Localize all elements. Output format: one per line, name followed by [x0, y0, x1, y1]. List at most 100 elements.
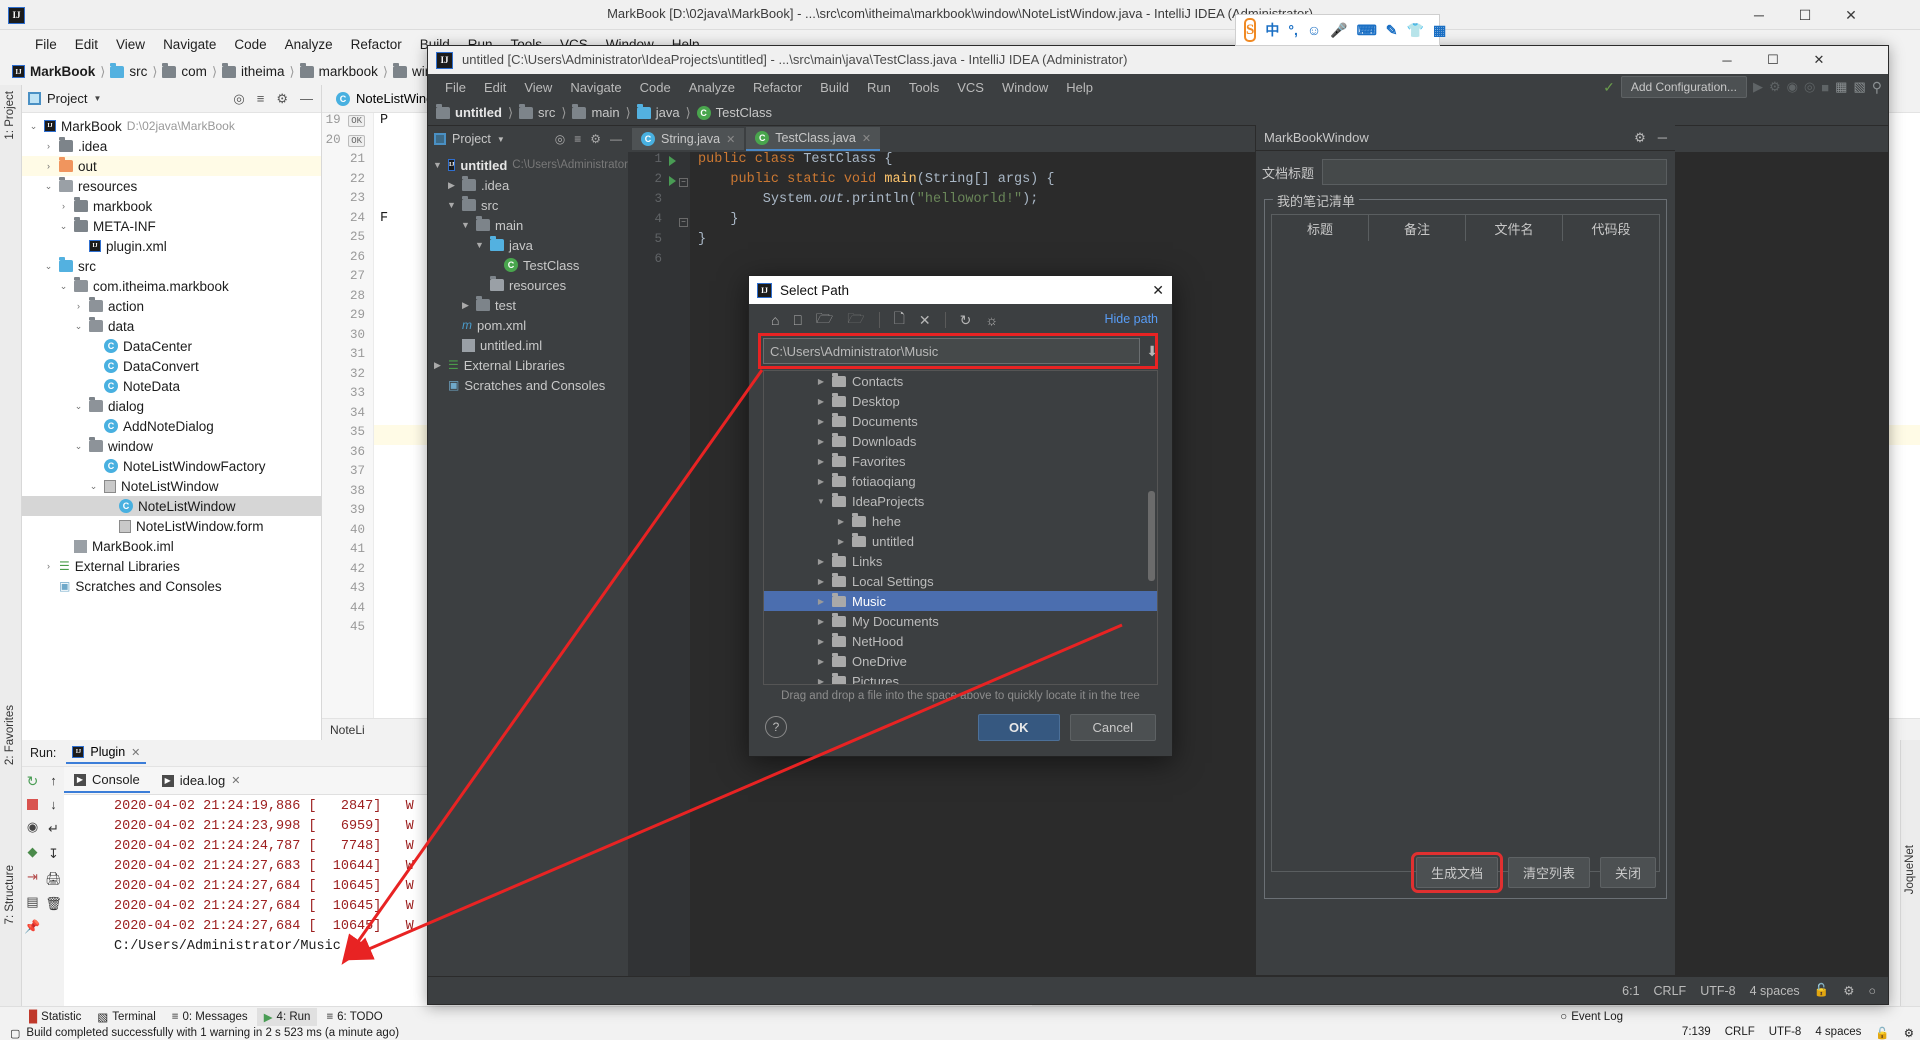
outer-minimize-button[interactable]: ─: [1736, 0, 1782, 30]
close-panel-button[interactable]: 关闭: [1599, 857, 1656, 888]
inner-close-button[interactable]: ✕: [1796, 46, 1842, 74]
gutter-line[interactable]: 43: [322, 581, 373, 601]
desktop-icon[interactable]: ⎕: [793, 312, 801, 329]
breadcrumb-item-com[interactable]: com: [162, 62, 207, 79]
add-configuration-button[interactable]: Add Configuration...: [1620, 76, 1747, 98]
project-tree-row[interactable]: › action: [22, 296, 321, 316]
inspector-icon[interactable]: ⚙: [1843, 983, 1854, 998]
expand-arrow-icon[interactable]: ▶: [816, 437, 826, 446]
inner-status-encoding[interactable]: UTF-8: [1700, 984, 1735, 998]
locate-icon[interactable]: ◎: [555, 132, 565, 146]
inner-tree-row[interactable]: ▼ java: [428, 235, 628, 255]
import-icon[interactable]: ⇥: [27, 869, 38, 885]
expand-arrow-icon[interactable]: ▼: [460, 220, 471, 230]
collapse-all-icon[interactable]: 🗁: [847, 308, 864, 332]
outer-maximize-button[interactable]: ☐: [1782, 0, 1828, 30]
inner-breadcrumb-item-java[interactable]: java: [636, 103, 680, 120]
close-icon[interactable]: ✕: [862, 132, 871, 145]
path-tree-row[interactable]: ▶ untitled: [764, 531, 1157, 551]
gutter-line[interactable]: 29: [322, 308, 373, 328]
breadcrumb-item-markbook[interactable]: IJ MarkBook: [12, 64, 95, 79]
project-tree-row[interactable]: C DataCenter: [22, 336, 321, 356]
terminal-icon[interactable]: ▧: [1853, 79, 1865, 95]
show-hidden-icon[interactable]: ☼: [985, 312, 998, 328]
project-tree[interactable]: ⌄ IJ MarkBook D:\02java\MarkBook › .idea › out ⌄…: [22, 113, 321, 596]
inner-tab-testclass-java[interactable]: C TestClass.java ✕: [746, 127, 881, 151]
project-tree-row[interactable]: › .idea: [22, 136, 321, 156]
scroll-down-icon[interactable]: ↓: [50, 797, 57, 812]
gutter-line[interactable]: 36: [322, 445, 373, 465]
gutter-line[interactable]: 44: [322, 601, 373, 621]
debug-icon[interactable]: ⚙: [1769, 79, 1781, 95]
rerun-icon[interactable]: ↻: [27, 773, 39, 790]
project-tree-row[interactable]: C NoteListWindow: [22, 496, 321, 516]
column-filename[interactable]: 文件名: [1466, 215, 1563, 241]
project-tree-row[interactable]: C NoteData: [22, 376, 321, 396]
inner-maximize-button[interactable]: ☐: [1750, 46, 1796, 74]
camera-icon[interactable]: ◉: [27, 819, 38, 835]
event-log-button[interactable]: ○ Event Log: [1553, 1009, 1630, 1025]
project-tree-row[interactable]: C NoteListWindowFactory: [22, 456, 321, 476]
tab-idea-log[interactable]: ▶ idea.log ✕: [152, 769, 251, 792]
gear-icon[interactable]: ⚙: [276, 91, 288, 107]
path-tree-row[interactable]: ▶ Contacts: [764, 371, 1157, 391]
inner-menu-edit[interactable]: Edit: [475, 77, 515, 98]
refresh-icon[interactable]: ↻: [960, 312, 972, 329]
expand-arrow-icon[interactable]: ▼: [816, 497, 826, 506]
status-caret-position[interactable]: 7:139: [1682, 1026, 1711, 1040]
inner-breadcrumb-item-untitled[interactable]: untitled: [436, 103, 502, 120]
gutter-line[interactable]: 37: [322, 464, 373, 484]
inner-gutter-line[interactable]: 3: [628, 192, 690, 212]
search-icon[interactable]: ⚲: [1872, 79, 1882, 96]
close-icon[interactable]: ✕: [231, 774, 240, 787]
project-tree-row[interactable]: ⌄ com.itheima.markbook: [22, 276, 321, 296]
project-tree-row[interactable]: › ☰ External Libraries: [22, 556, 321, 576]
inner-menu-file[interactable]: File: [436, 77, 475, 98]
build-hammer-icon[interactable]: ✓: [1603, 79, 1615, 96]
collapse-all-icon[interactable]: ≡: [574, 132, 581, 146]
expand-arrow-icon[interactable]: ▶: [816, 557, 826, 566]
chevron-down-icon[interactable]: ▼: [93, 94, 101, 103]
note-table-body[interactable]: [1272, 241, 1659, 871]
project-tree-row[interactable]: MarkBook.iml: [22, 536, 321, 556]
project-tree-row[interactable]: ⌄ src: [22, 256, 321, 276]
expand-arrow-icon[interactable]: ▶: [816, 417, 826, 426]
expand-arrow-icon[interactable]: ›: [73, 301, 84, 311]
path-tree-row[interactable]: ▶ fotiaoqiang: [764, 471, 1157, 491]
inner-breadcrumb-item-src[interactable]: src: [519, 103, 555, 120]
bottom-item-messages[interactable]: ≡ 0: Messages: [165, 1009, 255, 1025]
close-icon[interactable]: ✕: [131, 746, 140, 759]
debug-icon[interactable]: ◆: [28, 844, 38, 860]
inspector-icon[interactable]: ⚙: [1904, 1026, 1914, 1040]
chinese-mode-icon[interactable]: 中: [1265, 20, 1279, 40]
inner-tree-row[interactable]: m pom.xml: [428, 315, 628, 335]
expand-arrow-icon[interactable]: ›: [58, 201, 69, 211]
stop-icon[interactable]: ■: [1821, 80, 1829, 95]
dialog-close-button[interactable]: ✕: [1152, 282, 1164, 299]
lock-icon[interactable]: 🔓: [1814, 983, 1830, 998]
path-tree-row[interactable]: ▶ hehe: [764, 511, 1157, 531]
inner-menu-vcs[interactable]: VCS: [948, 77, 993, 98]
outer-close-button[interactable]: ✕: [1828, 0, 1874, 30]
inner-gutter-line[interactable]: 5: [628, 232, 690, 252]
inner-tree-row[interactable]: ▶ test: [428, 295, 628, 315]
inner-menu-view[interactable]: View: [515, 77, 561, 98]
path-tree-row[interactable]: ▶ Downloads: [764, 431, 1157, 451]
path-tree-row[interactable]: ▶ Documents: [764, 411, 1157, 431]
expand-arrow-icon[interactable]: ▶: [816, 617, 826, 626]
gutter-line[interactable]: 45: [322, 620, 373, 640]
emoji-icon[interactable]: ☺: [1307, 22, 1321, 38]
inner-status-indent[interactable]: 4 spaces: [1750, 984, 1800, 998]
note-list-table[interactable]: 标题 备注 文件名 代码段: [1271, 214, 1660, 872]
keyboard-icon[interactable]: ⌨: [1357, 22, 1377, 39]
handwriting-icon[interactable]: ✎: [1386, 22, 1398, 39]
gutter-line[interactable]: 32: [322, 367, 373, 387]
new-folder-icon[interactable]: 🗋: [894, 308, 905, 332]
sidebar-item-project[interactable]: 1: Project: [4, 91, 16, 143]
toolbox-icon[interactable]: ▦: [1433, 22, 1446, 39]
gutter-line[interactable]: 23: [322, 191, 373, 211]
gutter-line[interactable]: 24: [322, 211, 373, 231]
project-tree-row[interactable]: NoteListWindow.form: [22, 516, 321, 536]
print-icon[interactable]: 🖨: [45, 871, 62, 887]
event-log-icon[interactable]: ○: [1868, 984, 1876, 998]
